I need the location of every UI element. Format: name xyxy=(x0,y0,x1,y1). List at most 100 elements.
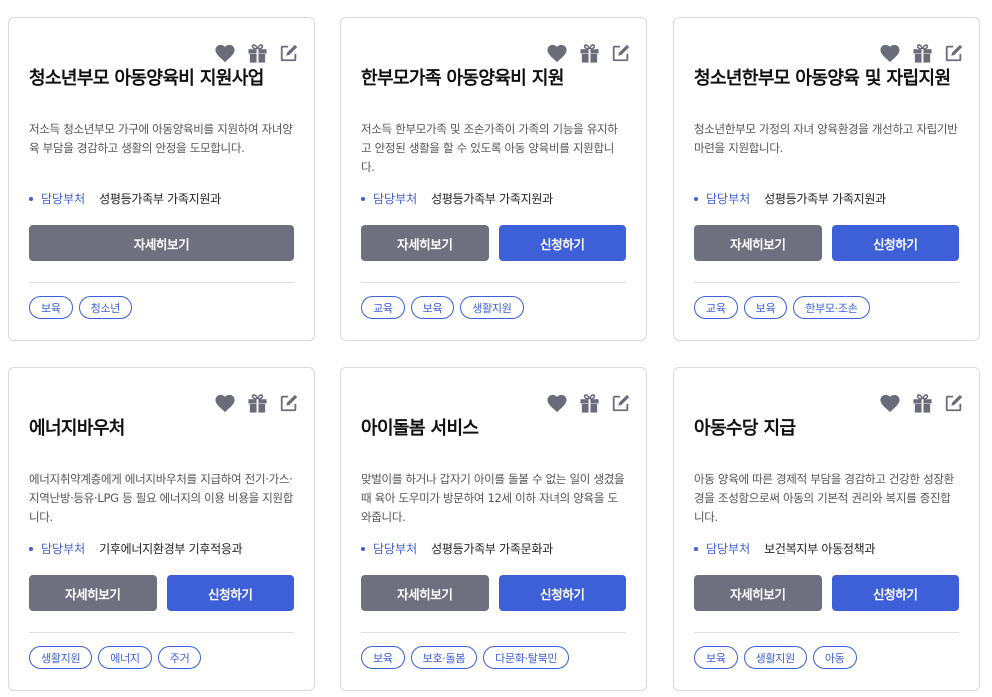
tag[interactable]: 보육 xyxy=(743,296,788,319)
card-buttons: 자세히보기 신청하기 xyxy=(361,575,626,611)
tag-list: 생활지원 에너지 주거 xyxy=(29,646,202,669)
department-row: 담당부처 성평등가족부 가족지원과 xyxy=(694,190,886,207)
tag-list: 보육 보호·돌봄 다문화·탈북민 xyxy=(361,646,570,669)
edit-icon[interactable] xyxy=(278,392,300,414)
department-value: 성평등가족부 가족문화과 xyxy=(431,542,553,556)
service-card: 청소년부모 아동양육비 지원사업 저소득 청소년부모 가구에 아동양육비를 지원하… xyxy=(8,17,315,341)
heart-icon[interactable] xyxy=(879,42,901,64)
card-buttons: 자세히보기 신청하기 xyxy=(361,225,626,261)
tag[interactable]: 다문화·탈북민 xyxy=(483,646,570,669)
tag-list: 교육 보육 생활지원 xyxy=(361,296,524,319)
card-title: 청소년부모 아동양육비 지원사업 xyxy=(29,68,264,89)
department-label: 담당부처 xyxy=(373,192,418,206)
gift-icon[interactable] xyxy=(578,392,600,414)
apply-button[interactable]: 신청하기 xyxy=(831,575,959,611)
view-details-button[interactable]: 자세히보기 xyxy=(694,575,822,611)
department-row: 담당부처 보건복지부 아동정책과 xyxy=(694,540,875,557)
card-actions xyxy=(546,42,632,64)
tag[interactable]: 생활지원 xyxy=(743,646,807,669)
divider xyxy=(361,282,626,283)
department-value: 성평등가족부 가족지원과 xyxy=(431,192,553,206)
tag-list: 교육 보육 한부모·조손 xyxy=(694,296,870,319)
view-details-button[interactable]: 자세히보기 xyxy=(29,575,157,611)
tag[interactable]: 에너지 xyxy=(98,646,152,669)
view-details-button[interactable]: 자세히보기 xyxy=(361,225,489,261)
tag[interactable]: 교육 xyxy=(694,296,738,319)
divider xyxy=(29,282,294,283)
department-row: 담당부처 기후에너지환경부 기후적응과 xyxy=(29,540,243,557)
edit-icon[interactable] xyxy=(943,392,965,414)
gift-icon[interactable] xyxy=(578,42,600,64)
service-card: 청소년한부모 아동양육 및 자립지원 청소년한부모 가정의 자녀 양육환경을 개선… xyxy=(673,17,980,341)
service-card: 아이돌봄 서비스맞벌이를 하거나 갑자기 아이를 돌볼 수 없는 일이 생겼을 … xyxy=(340,367,647,691)
tag[interactable]: 교육 xyxy=(361,296,405,319)
department-label: 담당부처 xyxy=(706,542,751,556)
card-actions xyxy=(546,392,632,414)
tag[interactable]: 주거 xyxy=(157,646,202,669)
tag[interactable]: 생활지원 xyxy=(460,296,524,319)
bullet-icon xyxy=(694,546,698,551)
bullet-icon xyxy=(361,546,365,551)
gift-icon[interactable] xyxy=(911,392,933,414)
tag[interactable]: 보육 xyxy=(694,646,738,669)
tag[interactable]: 한부모·조손 xyxy=(793,296,870,319)
department-row: 담당부처 성평등가족부 가족지원과 xyxy=(361,190,553,207)
edit-icon[interactable] xyxy=(278,42,300,64)
tag[interactable]: 보육 xyxy=(410,296,455,319)
card-description: 아동 양육에 따른 경제적 부담을 경감하고 건강한 성장환경을 조성함으로써 … xyxy=(694,472,954,524)
tag-list: 보육 청소년 xyxy=(29,296,133,319)
gift-icon[interactable] xyxy=(911,42,933,64)
heart-icon[interactable] xyxy=(546,42,568,64)
gift-icon[interactable] xyxy=(246,392,268,414)
apply-button[interactable]: 신청하기 xyxy=(166,575,294,611)
service-card: 아동수당 지급아동 양육에 따른 경제적 부담을 경감하고 건강한 성장환경을 … xyxy=(673,367,980,691)
department-value: 보건복지부 아동정책과 xyxy=(764,542,876,556)
card-buttons: 자세히보기 신청하기 xyxy=(29,575,294,611)
view-details-button[interactable]: 자세히보기 xyxy=(29,225,294,261)
view-details-button[interactable]: 자세히보기 xyxy=(694,225,822,261)
bullet-icon xyxy=(694,196,698,201)
service-card: 한부모가족 아동양육비 지원 저소득 한부모가족 및 조손가족이 가족의 기능을 … xyxy=(340,17,647,341)
divider xyxy=(361,632,626,633)
department-label: 담당부처 xyxy=(41,542,86,556)
bullet-icon xyxy=(29,546,33,551)
divider xyxy=(694,282,959,283)
tag[interactable]: 생활지원 xyxy=(29,646,93,669)
department-value: 성평등가족부 가족지원과 xyxy=(764,192,886,206)
divider xyxy=(694,632,959,633)
tag[interactable]: 보육 xyxy=(29,296,73,319)
apply-button[interactable]: 신청하기 xyxy=(498,225,626,261)
gift-icon[interactable] xyxy=(246,42,268,64)
card-description: 맞벌이를 하거나 갑자기 아이를 돌볼 수 없는 일이 생겼을 때 육아 도우미… xyxy=(361,472,625,524)
tag[interactable]: 보육 xyxy=(361,646,405,669)
view-details-button[interactable]: 자세히보기 xyxy=(361,575,489,611)
department-label: 담당부처 xyxy=(41,192,86,206)
service-card: 에너지바우처에너지취약계층에게 에너지바우처를 지급하여 전기·가스·지역난방·… xyxy=(8,367,315,691)
card-title: 아이돌봄 서비스 xyxy=(361,418,479,439)
apply-button[interactable]: 신청하기 xyxy=(498,575,626,611)
tag[interactable]: 청소년 xyxy=(78,296,133,319)
apply-button[interactable]: 신청하기 xyxy=(831,225,959,261)
heart-icon[interactable] xyxy=(879,392,901,414)
department-row: 담당부처 성평등가족부 가족문화과 xyxy=(361,540,553,557)
department-label: 담당부처 xyxy=(706,192,751,206)
heart-icon[interactable] xyxy=(214,42,236,64)
card-actions xyxy=(879,42,965,64)
card-title: 에너지바우처 xyxy=(29,418,125,439)
tag[interactable]: 보호·돌봄 xyxy=(410,646,478,669)
heart-icon[interactable] xyxy=(214,392,236,414)
department-label: 담당부처 xyxy=(373,542,418,556)
card-title: 아동수당 지급 xyxy=(694,418,796,439)
edit-icon[interactable] xyxy=(610,392,632,414)
department-row: 담당부처 성평등가족부 가족지원과 xyxy=(29,190,221,207)
card-description: 에너지취약계층에게 에너지바우처를 지급하여 전기·가스·지역난방·등유·LPG… xyxy=(29,472,294,524)
department-value: 성평등가족부 가족지원과 xyxy=(99,192,221,206)
card-title: 한부모가족 아동양육비 지원 xyxy=(361,68,564,89)
heart-icon[interactable] xyxy=(546,392,568,414)
tag[interactable]: 아동 xyxy=(812,646,857,669)
card-buttons: 자세히보기 xyxy=(29,225,294,261)
card-actions xyxy=(879,392,965,414)
card-title: 청소년한부모 아동양육 및 자립지원 xyxy=(694,68,951,89)
edit-icon[interactable] xyxy=(943,42,965,64)
edit-icon[interactable] xyxy=(610,42,632,64)
